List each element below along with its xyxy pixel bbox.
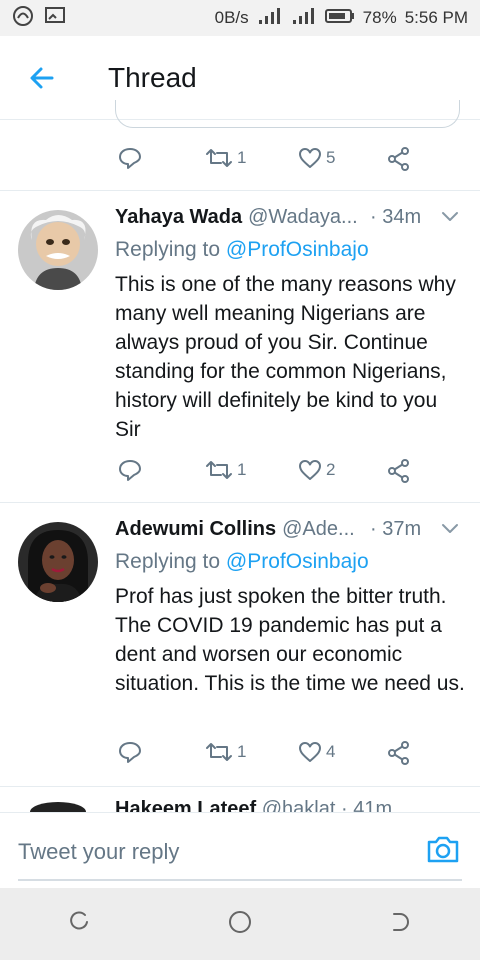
reply-icon	[119, 148, 141, 169]
top-tweet-actions: 1 5	[0, 142, 480, 178]
mention-link[interactable]: @ProfOsinbajo	[226, 238, 369, 261]
author-name[interactable]: Adewumi Collins	[115, 518, 276, 541]
tweet[interactable]: Adewumi Collins @Ade... · 37m Replying t…	[0, 518, 480, 780]
timestamp: · 37m	[370, 518, 422, 540]
signal-icon	[257, 7, 283, 30]
back-button[interactable]	[0, 36, 84, 120]
heart-icon	[299, 742, 321, 762]
clock: 5:56 PM	[404, 8, 468, 27]
retweet-count: 1	[237, 742, 247, 761]
avatar[interactable]	[18, 522, 98, 602]
retweet-icon	[206, 149, 232, 167]
home-icon	[228, 910, 251, 933]
status-bar: 0B/s 78% 5:56 PM	[0, 0, 480, 36]
reply-button[interactable]	[118, 146, 142, 170]
reply-button[interactable]	[118, 458, 142, 482]
replying-to: Replying to @ProfOsinbajo	[115, 550, 369, 573]
tweet-text: This is one of the many reasons why many…	[115, 273, 456, 441]
timestamp: · 34m	[370, 206, 422, 228]
retweet-button[interactable]: 1	[205, 146, 246, 170]
like-button[interactable]: 5	[298, 146, 335, 170]
chevron-down-icon[interactable]	[440, 210, 460, 224]
camera-icon	[427, 836, 459, 863]
like-button[interactable]: 4	[298, 740, 335, 764]
data-rate: 0B/s	[214, 8, 249, 27]
reply-input[interactable]: Tweet your reply	[18, 839, 179, 865]
avatar	[30, 802, 86, 812]
author-name[interactable]: Yahaya Wada	[115, 206, 242, 229]
input-underline	[18, 879, 462, 881]
app-notification-icon	[12, 5, 34, 32]
page-title: Thread	[108, 61, 197, 93]
heart-icon	[299, 460, 321, 480]
tweet-header: Adewumi Collins @Ade... · 37m	[115, 518, 465, 548]
like-count: 2	[326, 460, 336, 479]
tweet[interactable]: Yahaya Wada @Wadaya... · 34m Replying to…	[0, 206, 480, 498]
tweet-text: Prof has just spoken the bitter truth. T…	[115, 585, 465, 695]
timestamp: · 41m	[340, 798, 393, 812]
retweet-icon	[206, 743, 232, 761]
tweet-header: Yahaya Wada @Wadaya... · 34m	[115, 206, 465, 236]
retweet-button[interactable]: 1	[205, 458, 246, 482]
system-nav-bar	[0, 888, 480, 960]
share-button[interactable]	[386, 146, 412, 172]
reply-button[interactable]	[118, 740, 142, 764]
back-nav-button[interactable]	[388, 910, 412, 939]
quoted-card-stub[interactable]	[115, 100, 460, 128]
camera-button[interactable]	[425, 833, 461, 870]
tweet-actions: 1 4	[0, 736, 480, 772]
share-icon	[388, 459, 409, 483]
tweet-actions: 1 2	[0, 454, 480, 490]
reply-composer: Tweet your reply	[0, 812, 480, 888]
author-name: Hakeem Lateef	[115, 798, 257, 812]
divider	[0, 502, 480, 503]
home-button[interactable]	[227, 909, 253, 940]
like-button[interactable]: 2	[298, 458, 335, 482]
author-handle: @haklat	[261, 798, 336, 812]
next-tweet-peek[interactable]: Hakeem Lateef @haklat · 41m	[0, 796, 480, 812]
retweet-icon	[206, 461, 232, 479]
chevron-down-icon[interactable]	[440, 522, 460, 536]
divider	[0, 190, 480, 191]
heart-icon	[299, 148, 321, 168]
recent-apps-button[interactable]	[68, 910, 92, 939]
recent-apps-icon	[69, 910, 88, 929]
retweet-button[interactable]: 1	[205, 740, 246, 764]
battery-icon	[324, 8, 355, 29]
like-count: 4	[326, 742, 336, 761]
author-handle[interactable]: @Ade...	[282, 518, 355, 541]
battery-level: 78%	[362, 8, 397, 27]
avatar[interactable]	[18, 210, 98, 290]
share-button[interactable]	[386, 740, 412, 766]
replying-to: Replying to @ProfOsinbajo	[115, 238, 369, 261]
retweet-count: 1	[237, 148, 247, 167]
divider	[0, 786, 480, 787]
author-handle[interactable]: @Wadaya...	[248, 206, 358, 229]
mention-link[interactable]: @ProfOsinbajo	[226, 550, 369, 573]
reply-icon	[119, 460, 141, 481]
arrow-left-icon	[30, 67, 54, 88]
screen-cast-icon	[44, 6, 66, 31]
like-count: 5	[326, 148, 336, 167]
share-icon	[388, 147, 409, 171]
back-nav-icon	[393, 912, 410, 931]
retweet-count: 1	[237, 460, 247, 479]
reply-icon	[119, 742, 141, 763]
signal-icon-2	[291, 7, 317, 30]
share-button[interactable]	[386, 458, 412, 484]
share-icon	[388, 741, 409, 765]
